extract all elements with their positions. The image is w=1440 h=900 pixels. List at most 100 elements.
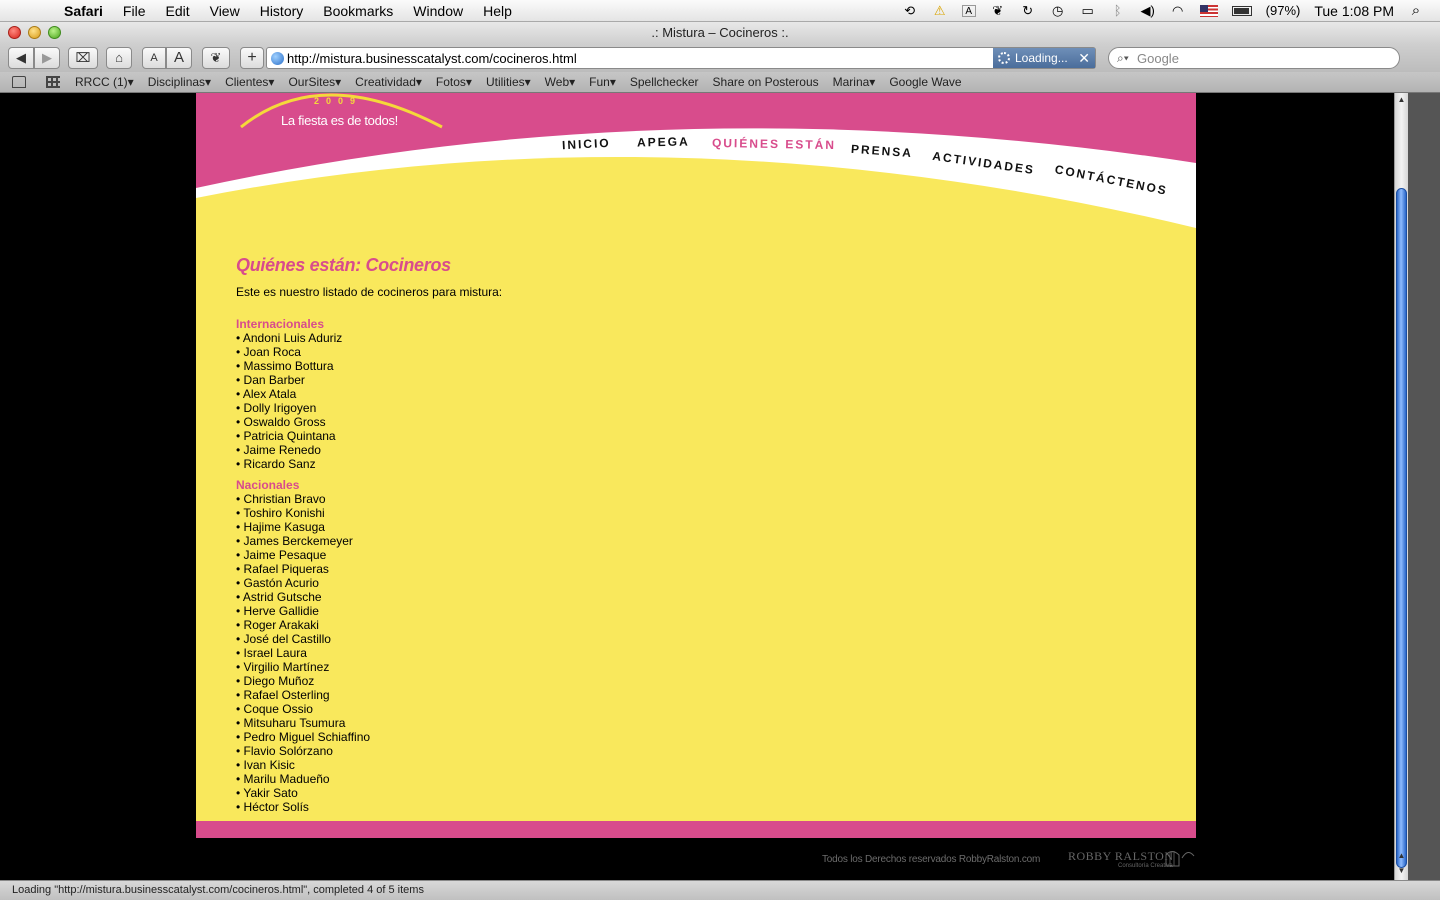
scroll-up-arrow-icon-bottom[interactable]: ▲ <box>1395 849 1408 863</box>
vertical-scrollbar[interactable]: ▲ ▲ ▼ <box>1394 93 1408 880</box>
home-button[interactable]: ⌂ <box>106 47 132 69</box>
chef-item: Gastón Acurio <box>236 576 1136 590</box>
top-sites-grid-icon[interactable] <box>46 76 60 88</box>
close-window-button[interactable] <box>8 26 21 39</box>
chef-item: Massimo Bottura <box>236 359 1136 373</box>
chef-item: Rafael Piqueras <box>236 562 1136 576</box>
main-content: Quiénes están: Cocineros Este es nuestro… <box>236 255 1136 814</box>
forward-button[interactable]: ▶ <box>34 47 60 69</box>
scroll-thumb[interactable] <box>1396 188 1407 868</box>
search-field[interactable]: ⌕▾ Google <box>1108 47 1400 69</box>
window-titlebar: .: Mistura – Cocineros :. <box>0 22 1440 44</box>
chef-item: Rafael Osterling <box>236 688 1136 702</box>
chef-item: Ricardo Sanz <box>236 457 1136 471</box>
add-bookmark-button[interactable]: + <box>240 47 264 69</box>
chef-item: Pedro Miguel Schiaffino <box>236 730 1136 744</box>
section-title-internacionales: Internacionales <box>236 317 325 331</box>
snapback-button[interactable]: ⌧ <box>68 47 98 69</box>
chef-item: Jaime Renedo <box>236 443 1136 457</box>
mistura-site: 2009 La fiesta es de todos! INICIO APEGA… <box>196 93 1196 838</box>
menu-window[interactable]: Window <box>403 3 473 19</box>
menu-history[interactable]: History <box>250 3 314 19</box>
bluetooth-icon[interactable]: ᛒ <box>1110 3 1126 18</box>
refresh-icon[interactable]: ↻ <box>1020 3 1036 18</box>
clock[interactable]: Tue 1:08 PM <box>1314 3 1394 19</box>
menu-help[interactable]: Help <box>473 3 522 19</box>
text-bigger-button[interactable]: A <box>166 47 192 69</box>
address-bar[interactable]: http://mistura.businesscatalyst.com/coci… <box>266 47 1096 69</box>
nav-apega[interactable]: APEGA <box>637 135 690 150</box>
text-smaller-button[interactable]: A <box>142 47 166 69</box>
text-input-icon[interactable]: A <box>961 4 976 17</box>
site-header: 2009 La fiesta es de todos! INICIO APEGA… <box>196 93 1196 233</box>
search-placeholder[interactable]: Google <box>1137 51 1179 66</box>
bookmark-disciplinas[interactable]: Disciplinas▾ <box>141 75 218 89</box>
mac-menubar: Safari File Edit View History Bookmarks … <box>0 0 1440 22</box>
bookmark-clientes[interactable]: Clientes▾ <box>218 75 281 89</box>
back-button[interactable]: ◀ <box>8 47 34 69</box>
search-icon[interactable]: ⌕▾ <box>1117 51 1129 66</box>
menu-file[interactable]: File <box>113 3 156 19</box>
bookmark-oursites[interactable]: OurSites▾ <box>281 75 348 89</box>
bookmark-marina[interactable]: Marina▾ <box>826 75 883 89</box>
chef-item: Joan Roca <box>236 345 1136 359</box>
section-internacionales: Internacionales Andoni Luis Aduriz Joan … <box>236 317 1136 471</box>
bookmark-utilities[interactable]: Utilities▾ <box>479 75 538 89</box>
credit-logo[interactable]: ROBBY RALSTON <box>1068 849 1174 864</box>
bookmark-fotos[interactable]: Fotos▾ <box>429 75 479 89</box>
menu-app-safari[interactable]: Safari <box>54 3 113 19</box>
loading-spinner-icon <box>998 52 1010 64</box>
site-tagline: La fiesta es de todos! <box>281 113 398 128</box>
bookmark-web[interactable]: Web▾ <box>538 75 582 89</box>
chef-item: Alex Atala <box>236 387 1136 401</box>
battery-percent[interactable]: (97%) <box>1266 3 1301 18</box>
chef-item: Hajime Kasuga <box>236 520 1136 534</box>
window-edge <box>1408 93 1440 880</box>
us-flag-icon[interactable] <box>1199 4 1218 17</box>
chef-item: Oswaldo Gross <box>236 415 1136 429</box>
chef-item: James Berckemeyer <box>236 534 1136 548</box>
chef-item: Dan Barber <box>236 373 1136 387</box>
scroll-up-arrow-icon[interactable]: ▲ <box>1395 93 1408 107</box>
chef-item: Andoni Luis Aduriz <box>236 331 1136 345</box>
chef-item: Flavio Solórzano <box>236 744 1136 758</box>
bookmark-google-wave[interactable]: Google Wave <box>882 75 968 89</box>
nav-inicio[interactable]: INICIO <box>562 136 611 153</box>
bookmark-creatividad[interactable]: Creatividad▾ <box>348 75 429 89</box>
festival-year: 2009 <box>314 96 363 106</box>
evernote-icon[interactable]: ❦ <box>990 3 1006 18</box>
chef-item: Marilu Madueño <box>236 772 1136 786</box>
bookmark-spellchecker[interactable]: Spellchecker <box>623 75 706 89</box>
bookmark-share-on-posterous[interactable]: Share on Posterous <box>706 75 826 89</box>
sync-icon[interactable]: ⟲ <box>902 3 918 18</box>
menu-view[interactable]: View <box>200 3 250 19</box>
window-title: .: Mistura – Cocineros :. <box>651 25 789 40</box>
chef-list-internacionales: Andoni Luis Aduriz Joan Roca Massimo Bot… <box>236 331 1136 471</box>
wifi-icon[interactable]: ◠ <box>1170 3 1186 18</box>
spotlight-search-icon[interactable]: ⌕ <box>1408 3 1424 18</box>
time-machine-icon[interactable]: ◷ <box>1050 3 1066 18</box>
menu-edit[interactable]: Edit <box>155 3 199 19</box>
nav-quienes-estan[interactable]: QUIÉNES ESTÁN <box>712 136 836 152</box>
chef-item: Coque Ossio <box>236 702 1136 716</box>
url-text[interactable]: http://mistura.businesscatalyst.com/coci… <box>287 51 577 66</box>
copyright-text[interactable]: Todos los Derechos reservados RobbyRalst… <box>822 854 1040 865</box>
warning-icon[interactable]: ⚠ <box>932 3 948 18</box>
bookmarks-book-icon[interactable] <box>12 76 26 88</box>
chef-item: Christian Bravo <box>236 492 1136 506</box>
bookmark-fun[interactable]: Fun▾ <box>582 75 623 89</box>
zoom-window-button[interactable] <box>48 26 61 39</box>
section-title-nacionales: Nacionales <box>236 478 300 492</box>
chef-item: Jaime Pesaque <box>236 548 1136 562</box>
evernote-button[interactable]: ❦ <box>202 47 230 69</box>
page-title: Quiénes están: Cocineros <box>236 255 451 275</box>
bookmark-rrcc[interactable]: RRCC (1)▾ <box>68 75 141 89</box>
menu-bookmarks[interactable]: Bookmarks <box>313 3 403 19</box>
stop-loading-icon[interactable]: ✕ <box>1078 48 1090 68</box>
volume-icon[interactable]: ◀) <box>1140 3 1156 18</box>
display-icon[interactable]: ▭ <box>1080 3 1096 18</box>
minimize-window-button[interactable] <box>28 26 41 39</box>
scroll-down-arrow-icon[interactable]: ▼ <box>1395 864 1408 878</box>
site-globe-icon <box>271 52 284 65</box>
battery-icon[interactable] <box>1231 5 1252 16</box>
